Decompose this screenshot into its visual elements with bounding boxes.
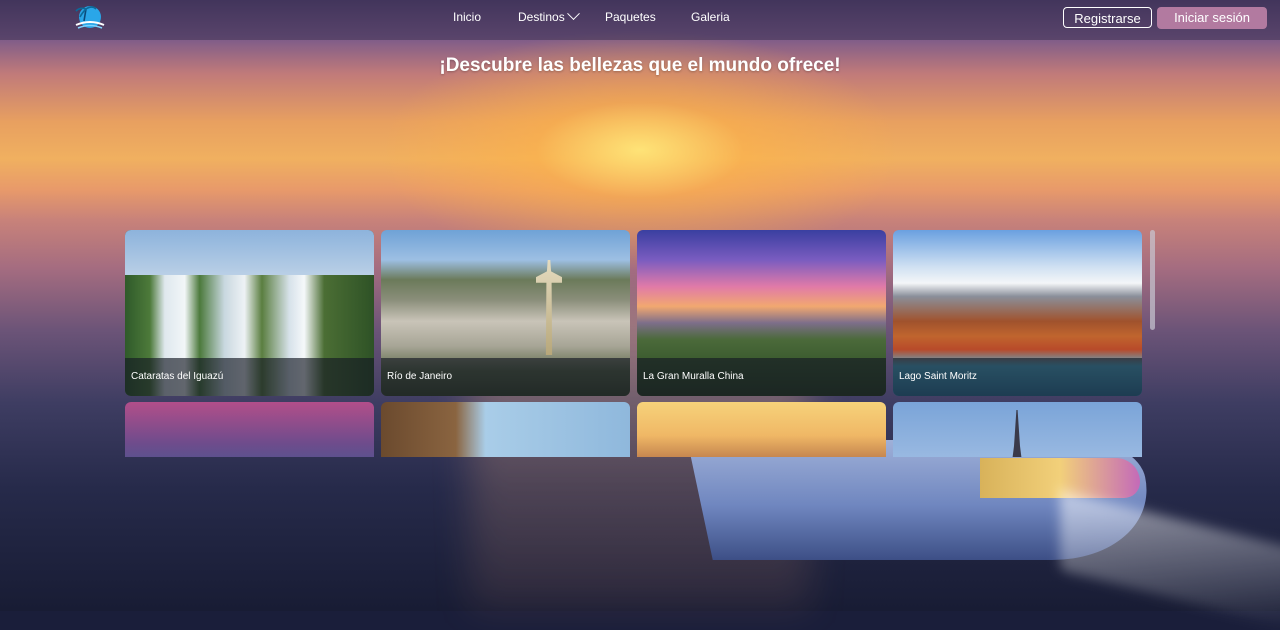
destination-card[interactable]: Cataratas del Iguazú: [125, 230, 374, 396]
register-button[interactable]: Registrarse: [1063, 7, 1152, 28]
top-navbar: Inicio Destinos Paquetes Galeria Registr…: [0, 0, 1280, 40]
destination-image: [637, 402, 886, 457]
login-button[interactable]: Iniciar sesión: [1157, 7, 1267, 29]
destination-card[interactable]: [381, 402, 630, 457]
nav-link-galeria[interactable]: Galeria: [691, 10, 730, 24]
palm-island-logo-icon[interactable]: [70, 3, 108, 31]
iguazu-sky: [125, 230, 374, 275]
destination-caption: Cataratas del Iguazú: [125, 358, 374, 396]
destination-caption: Río de Janeiro: [381, 358, 630, 396]
nav-link-inicio[interactable]: Inicio: [453, 10, 481, 24]
destination-image: [125, 402, 374, 457]
chevron-down-icon: [566, 7, 580, 21]
nav-link-paquetes[interactable]: Paquetes: [605, 10, 656, 24]
destination-card[interactable]: Río de Janeiro: [381, 230, 630, 396]
destination-card[interactable]: [637, 402, 886, 457]
destination-image: [381, 402, 630, 457]
destinations-gallery[interactable]: Cataratas del Iguazú Río de Janeiro La G…: [125, 230, 1143, 457]
destination-caption: Lago Saint Moritz: [893, 358, 1142, 396]
nav-link-destinos-label: Destinos: [518, 10, 565, 24]
destination-card[interactable]: La Gran Muralla China: [637, 230, 886, 396]
destination-card[interactable]: [125, 402, 374, 457]
destination-caption: La Gran Muralla China: [637, 358, 886, 396]
destination-card[interactable]: Lago Saint Moritz: [893, 230, 1142, 396]
destination-card[interactable]: [893, 402, 1142, 457]
gallery-scrollbar[interactable]: [1150, 230, 1155, 330]
nav-link-destinos[interactable]: Destinos: [518, 7, 580, 24]
hero-title: ¡Descubre las bellezas que el mundo ofre…: [439, 55, 841, 76]
